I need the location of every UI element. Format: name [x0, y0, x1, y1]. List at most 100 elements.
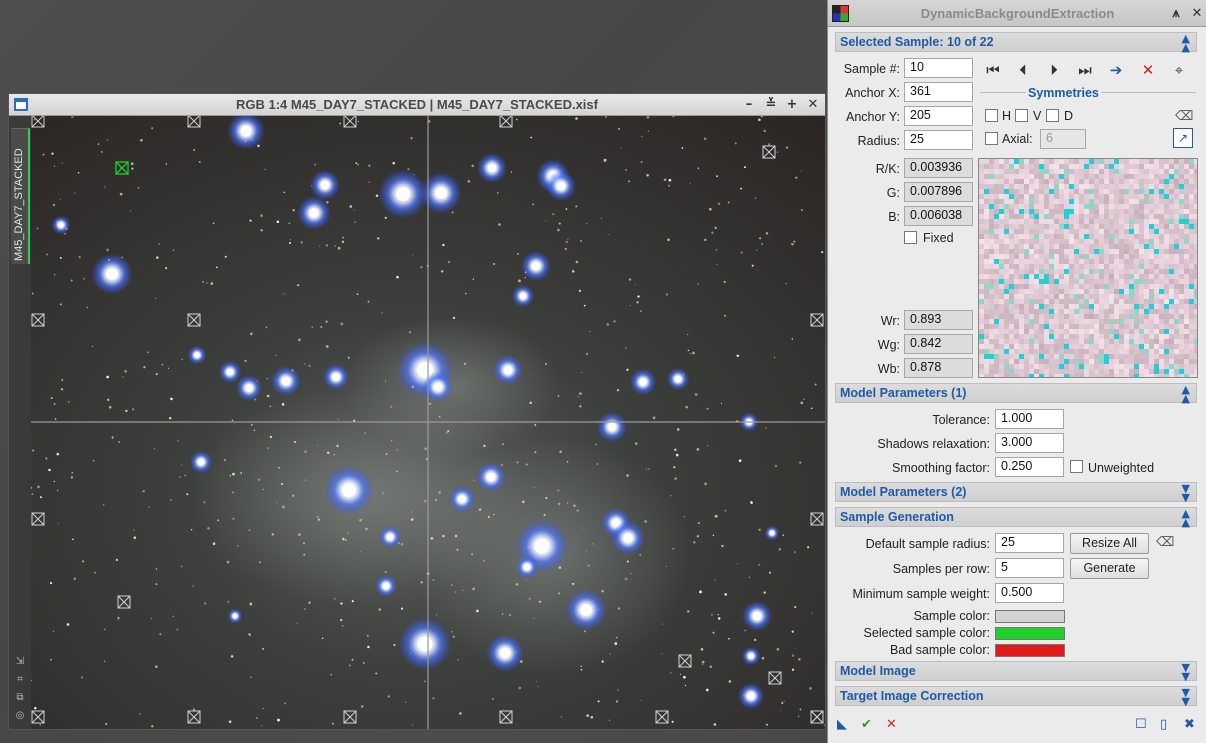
- smoothing-factor-label: Smoothing factor:: [892, 461, 990, 475]
- b-value: 0.006038: [904, 206, 973, 226]
- g-value: 0.007896: [904, 182, 973, 202]
- image-canvas[interactable]: [31, 116, 825, 729]
- clone-view-icon[interactable]: ⧉: [14, 692, 26, 704]
- center-sample-icon[interactable]: ⌖: [1170, 61, 1188, 79]
- target-image-correction-header: Target Image Correction: [840, 689, 984, 703]
- dbe-title: DynamicBackgroundExtraction: [920, 6, 1115, 21]
- default-sample-radius-field[interactable]: 25: [995, 533, 1064, 553]
- axial-checkbox[interactable]: [985, 132, 998, 145]
- selected-sample-color-swatch[interactable]: [995, 627, 1065, 640]
- shade-button[interactable]: ≚: [763, 96, 779, 113]
- section-model-params-1[interactable]: Model Parameters (1) ▲ ▲: [835, 383, 1197, 404]
- rk-value: 0.003936: [904, 158, 973, 178]
- show-symmetries-icon[interactable]: ↗: [1173, 128, 1193, 148]
- default-sample-radius-label: Default sample radius:: [865, 537, 990, 551]
- zoom-to-fit-icon[interactable]: ⌗: [14, 674, 26, 686]
- collapse-icon[interactable]: ▲ ▲: [1182, 384, 1190, 404]
- browse-documentation-icon[interactable]: ☐: [1135, 717, 1147, 732]
- radius-field[interactable]: 25: [904, 130, 973, 150]
- shade-panel-button[interactable]: ⩚: [1168, 5, 1184, 22]
- image-window-title: RGB 1:4 M45_DAY7_STACKED | M45_DAY7_STAC…: [236, 97, 598, 112]
- wr-label: Wr:: [880, 314, 900, 328]
- symmetry-d-label: D: [1064, 109, 1074, 123]
- cancel-icon[interactable]: ✕: [886, 717, 897, 732]
- close-panel-button[interactable]: ✕: [1189, 5, 1205, 22]
- go-to-sample-icon[interactable]: ➔: [1107, 61, 1125, 79]
- unweighted-checkbox[interactable]: [1070, 460, 1083, 473]
- section-selected-sample[interactable]: Selected Sample: 10 of 22 ▲ ▲: [835, 32, 1197, 53]
- anchor-y-field[interactable]: 205: [904, 106, 973, 126]
- sample-preview: [978, 158, 1198, 378]
- anchor-x-field[interactable]: 361: [904, 82, 973, 102]
- sample-number-field[interactable]: 10: [904, 58, 973, 78]
- wb-label: Wb:: [877, 362, 900, 376]
- min-sample-weight-label: Minimum sample weight:: [852, 587, 990, 601]
- anchor-x-label: Anchor X:: [845, 86, 900, 100]
- resize-all-button[interactable]: Resize All: [1070, 533, 1149, 554]
- symmetry-d-checkbox[interactable]: [1046, 109, 1059, 122]
- reset-radius-icon[interactable]: ⌫: [1156, 534, 1174, 552]
- axial-label: Axial:: [1002, 132, 1033, 146]
- wg-label: Wg:: [877, 338, 900, 352]
- edit-instance-icon[interactable]: ▯: [1160, 717, 1167, 732]
- wg-value: 0.842: [904, 334, 973, 354]
- selected-sample-color-label: Selected sample color:: [863, 626, 990, 640]
- symmetries-label: Symmetries: [1026, 86, 1101, 100]
- collapse-icon[interactable]: ▲ ▲: [1182, 508, 1190, 528]
- section-model-image[interactable]: Model Image ▼ ▼: [835, 661, 1197, 682]
- axial-spinbox[interactable]: 6: [1040, 129, 1086, 149]
- apply-icon[interactable]: ✔: [861, 717, 872, 732]
- fixed-checkbox[interactable]: [904, 231, 917, 244]
- next-sample-icon[interactable]: ⏵: [1045, 61, 1063, 79]
- image-window-titlebar[interactable]: RGB 1:4 M45_DAY7_STACKED | M45_DAY7_STAC…: [9, 94, 825, 116]
- samples-per-row-label: Samples per row:: [892, 562, 990, 576]
- wr-value: 0.893: [904, 310, 973, 330]
- collapse-icon[interactable]: ▲ ▲: [1182, 33, 1190, 53]
- symmetry-h-label: H: [1002, 109, 1012, 123]
- last-sample-icon[interactable]: ⏭: [1076, 61, 1094, 79]
- first-sample-icon[interactable]: ⏮: [984, 61, 1002, 79]
- clear-symmetries-icon[interactable]: ⌫: [1175, 108, 1193, 126]
- close-button[interactable]: ✕: [805, 96, 821, 113]
- delete-sample-icon[interactable]: ✕: [1139, 61, 1157, 79]
- smoothing-factor-field[interactable]: 0.250: [995, 457, 1064, 477]
- symmetry-h-checkbox[interactable]: [985, 109, 998, 122]
- sample-number-label: Sample #:: [843, 62, 900, 76]
- g-label: G:: [886, 186, 900, 200]
- bad-sample-color-swatch[interactable]: [995, 644, 1065, 657]
- star-field-image[interactable]: [31, 116, 825, 729]
- section-target-image-correction[interactable]: Target Image Correction ▼ ▼: [835, 686, 1197, 707]
- dbe-titlebar[interactable]: DynamicBackgroundExtraction ⩚ ✕: [828, 0, 1206, 27]
- expand-icon[interactable]: ▼ ▼: [1182, 687, 1190, 707]
- view-options-icon[interactable]: ◎: [14, 710, 26, 722]
- shadows-relaxation-label: Shadows relaxation:: [877, 437, 990, 451]
- tolerance-field[interactable]: 1.000: [995, 409, 1064, 429]
- reset-icon[interactable]: ✖: [1184, 717, 1195, 732]
- rk-label: R/K:: [875, 162, 900, 176]
- section-model-params-2[interactable]: Model Parameters (2) ▼ ▼: [835, 482, 1197, 503]
- min-sample-weight-field[interactable]: 0.500: [995, 583, 1064, 603]
- samples-per-row-field[interactable]: 5: [995, 558, 1064, 578]
- new-instance-icon[interactable]: ◣: [837, 717, 847, 732]
- view-sidebar: M45_DAY7_STACKED ⇲ ⌗ ⧉ ◎: [9, 116, 31, 729]
- model-image-header: Model Image: [840, 664, 916, 678]
- image-window: RGB 1:4 M45_DAY7_STACKED | M45_DAY7_STAC…: [8, 93, 826, 730]
- symmetry-v-checkbox[interactable]: [1015, 109, 1028, 122]
- expand-icon[interactable]: ▼ ▼: [1182, 483, 1190, 503]
- b-label: B:: [888, 210, 900, 224]
- unweighted-label: Unweighted: [1088, 461, 1155, 475]
- anchor-y-label: Anchor Y:: [846, 110, 900, 124]
- sample-color-swatch[interactable]: [995, 610, 1065, 623]
- bad-sample-color-label: Bad sample color:: [889, 643, 990, 657]
- view-identifier-tab[interactable]: M45_DAY7_STACKED: [11, 128, 30, 264]
- shadows-relaxation-field[interactable]: 3.000: [995, 433, 1064, 453]
- maximize-button[interactable]: +: [784, 96, 800, 113]
- minimize-button[interactable]: –: [741, 96, 757, 113]
- expand-icon[interactable]: ▼ ▼: [1182, 662, 1190, 682]
- generate-button[interactable]: Generate: [1070, 558, 1149, 579]
- section-sample-generation[interactable]: Sample Generation ▲ ▲: [835, 507, 1197, 528]
- tolerance-label: Tolerance:: [932, 413, 990, 427]
- symmetry-v-label: V: [1033, 109, 1042, 123]
- fit-view-icon[interactable]: ⇲: [14, 656, 26, 668]
- previous-sample-icon[interactable]: ⏴: [1014, 61, 1032, 79]
